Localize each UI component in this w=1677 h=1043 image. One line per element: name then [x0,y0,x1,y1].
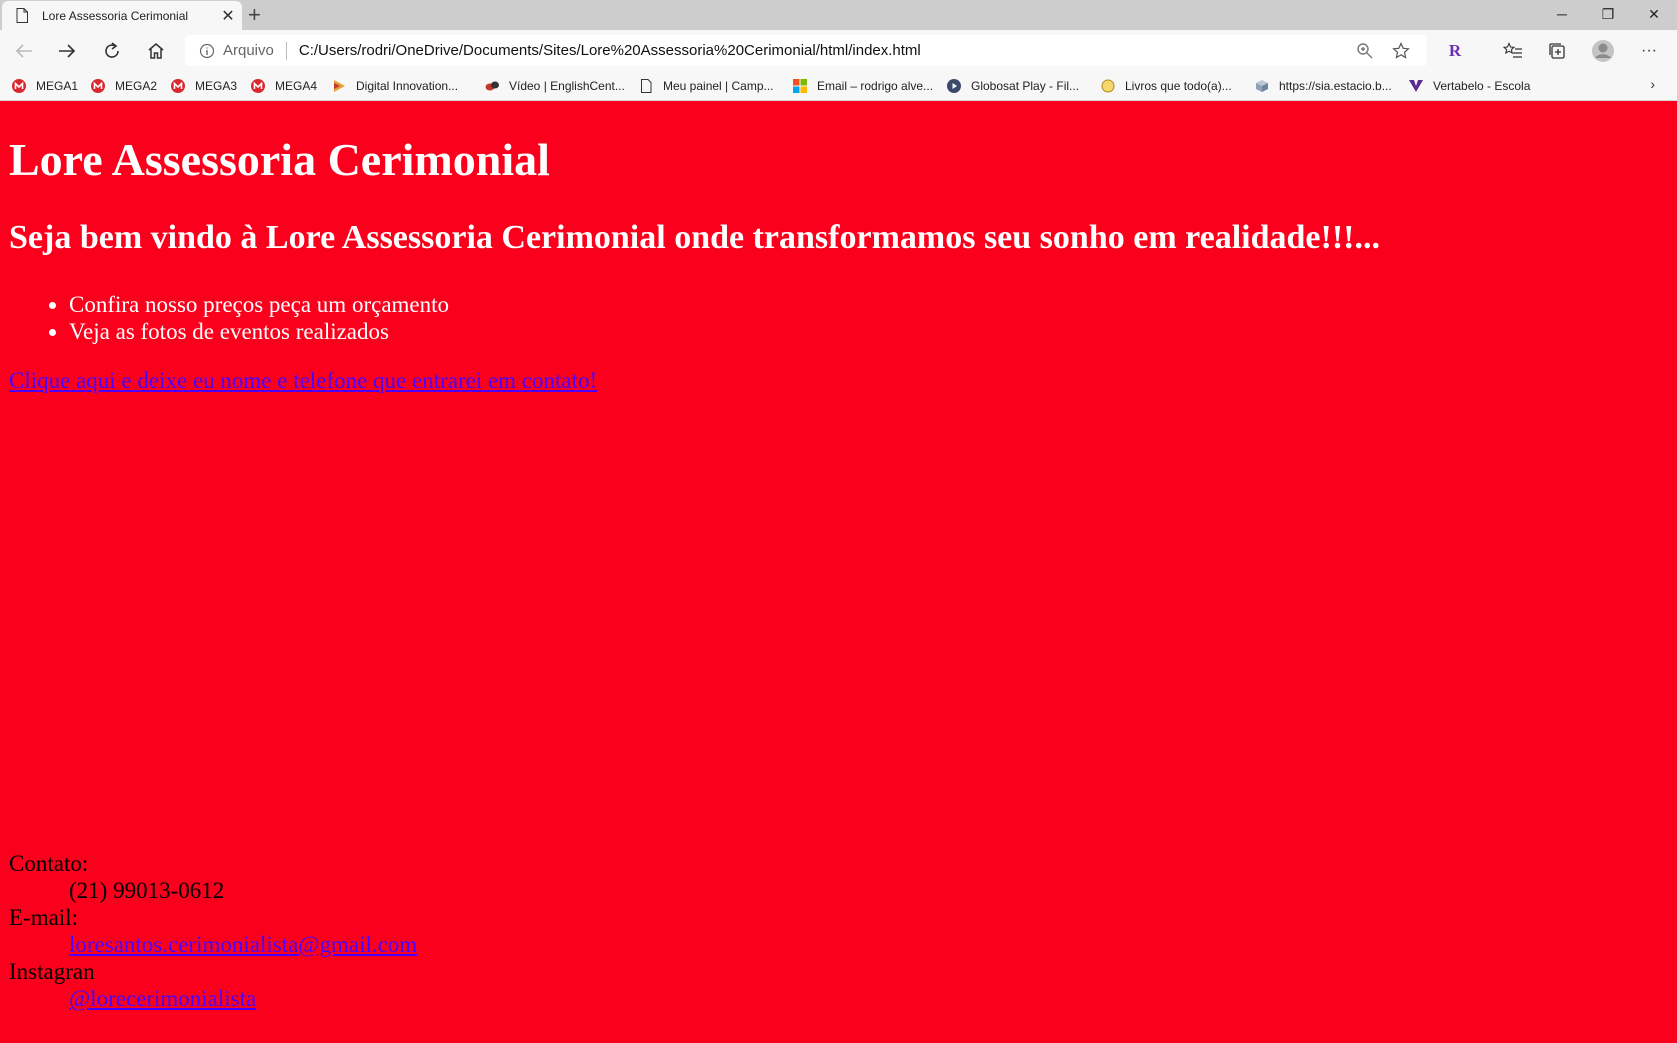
englishcentral-icon [485,81,499,91]
tab-strip: Lore Assessoria Cerimonial ✕ + ─ ❐ ✕ [0,0,1677,30]
home-icon [148,43,164,59]
bookmark-label: https://sia.estacio.b... [1279,79,1392,93]
info-icon[interactable] [199,43,215,59]
bookmark-label: Digital Innovation... [356,79,459,93]
cube-icon [1256,80,1268,92]
address-bar[interactable]: Arquivo C:/Users/rodri/OneDrive/Document… [185,35,1427,66]
microsoft-icon [793,79,807,93]
tab-title: Lore Assessoria Cerimonial [42,8,189,23]
bookmark-label: Vídeo | EnglishCent... [509,79,625,93]
window-controls: ─ ❐ ✕ [1539,0,1677,30]
minimize-icon[interactable]: ─ [1539,0,1585,28]
instagram-link[interactable]: @lorecerimonialista [69,986,256,1011]
mega-icon [12,79,26,93]
window-close-icon[interactable]: ✕ [1631,0,1677,28]
mega-icon [171,79,185,93]
vertabelo-icon [1409,80,1423,92]
back-arrow-icon [15,44,32,58]
page-title: Lore Assessoria Cerimonial [9,134,550,185]
page-icon [641,79,652,93]
menu-more-icon[interactable]: ··· [1635,38,1663,64]
bookmark-item[interactable]: Globosat Play - Fil... [947,77,1079,95]
instagram-item: @lorecerimonialista [69,985,417,1012]
bookmark-item[interactable]: MEGA4 [251,77,317,95]
circle-icon [1101,79,1115,93]
bookmark-label: MEGA2 [115,79,158,93]
contact-form-link[interactable]: Clique aqui e deixe eu nome e telefone q… [9,368,597,394]
bookmark-item[interactable]: MEGA2 [91,77,157,95]
home-button[interactable] [143,38,169,64]
favorite-star-icon[interactable] [1391,41,1411,61]
bookmark-item[interactable]: Vertabelo - Escola [1409,77,1530,95]
browser-toolbar: Arquivo C:/Users/rodri/OneDrive/Document… [0,30,1677,71]
bookmark-label: Meu painel | Camp... [663,79,774,93]
bookmark-label: Vertabelo - Escola [1433,79,1531,93]
email-item: loresantos.cerimonialista@gmail.com [69,931,417,958]
zoom-icon[interactable] [1355,41,1375,61]
contact-list: Contato: (21) 99013-0612 E-mail: loresan… [9,850,417,1012]
bookmark-item[interactable]: https://sia.estacio.b... [1255,77,1392,95]
address-scheme-label: Arquivo [223,42,274,59]
welcome-heading: Seja bem vindo à Lore Assessoria Cerimon… [9,219,1380,256]
profile-avatar-icon[interactable] [1589,38,1617,64]
services-list: Confira nosso preços peça um orçamento V… [9,291,449,345]
refresh-button[interactable] [99,38,125,64]
list-item: Veja as fotos de eventos realizados [69,318,449,345]
play-icon [947,79,961,93]
chevron-right-icon[interactable]: › [1650,76,1655,92]
mega-icon [91,79,105,93]
bookmark-item[interactable]: MEGA3 [171,77,237,95]
bookmark-item[interactable]: Meu painel | Camp... [639,77,774,95]
address-url[interactable]: C:/Users/rodri/OneDrive/Documents/Sites/… [299,42,1355,59]
page-content: Lore Assessoria Cerimonial Seja bem vind… [0,101,1677,1043]
refresh-icon [105,42,119,58]
favorites-icon[interactable] [1499,38,1527,64]
bookmarks-bar: MEGA1 MEGA2 MEGA3 MEGA4 Digital Innovati… [0,71,1677,101]
list-item: Confira nosso preços peça um orçamento [69,291,449,318]
bookmark-item[interactable]: Livros que todo(a)... [1101,77,1232,95]
extension-r-icon[interactable]: R [1441,38,1469,64]
email-label: E-mail: [9,905,78,930]
phone-label: Contato: [9,851,89,876]
page-icon [16,8,28,23]
tab-close-icon[interactable]: ✕ [214,6,242,26]
bookmark-item[interactable]: Vídeo | EnglishCent... [485,77,625,95]
back-button[interactable] [11,38,37,64]
bookmark-item[interactable]: Digital Innovation... [332,77,458,95]
mega-icon [251,79,265,93]
forward-button[interactable] [54,38,80,64]
restore-icon[interactable]: ❐ [1585,0,1631,28]
browser-tab[interactable]: Lore Assessoria Cerimonial ✕ [2,1,242,30]
instagram-label: Instagran [9,959,95,984]
bookmark-label: Globosat Play - Fil... [971,79,1080,93]
bookmark-label: MEGA3 [195,79,238,93]
bookmark-item[interactable]: MEGA1 [12,77,78,95]
phone-value: (21) 99013-0612 [69,878,225,903]
forward-arrow-icon [59,44,76,58]
new-tab-button[interactable]: + [248,3,261,27]
dio-icon [334,80,345,92]
collections-icon[interactable] [1543,38,1571,64]
bookmark-label: MEGA4 [275,79,318,93]
address-separator [285,41,287,60]
email-link[interactable]: loresantos.cerimonialista@gmail.com [69,932,417,957]
bookmark-label: Email – rodrigo alve... [817,79,934,93]
bookmark-label: Livros que todo(a)... [1125,79,1232,93]
bookmark-item[interactable]: Email – rodrigo alve... [793,77,933,95]
bookmark-label: MEGA1 [36,79,79,93]
